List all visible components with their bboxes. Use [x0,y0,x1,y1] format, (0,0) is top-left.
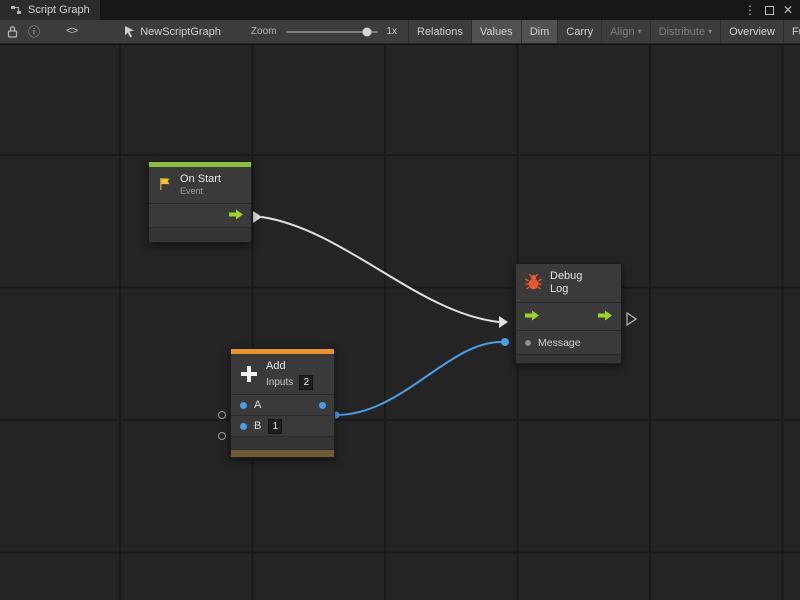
node-add[interactable]: Add Inputs 2 A B 1 [230,348,335,458]
chevron-down-icon: ▾ [638,27,642,36]
close-icon[interactable]: ✕ [783,3,793,17]
message-label: Message [538,337,581,349]
carry-button[interactable]: Carry [557,20,601,43]
value-wire-end-dot [501,338,509,346]
external-port-circle-b[interactable] [218,432,226,440]
wire-end-arrow [499,316,508,328]
control-wire[interactable] [262,217,499,322]
window-controls: ⋮ ✕ [744,0,800,20]
on-start-header: On Start Event [149,167,251,203]
add-header: Add Inputs 2 [231,354,334,394]
input-b-value-field[interactable]: 1 [268,419,282,434]
node-bottom-strip [231,449,334,457]
node-subtitle: Event [180,186,221,197]
input-a-port[interactable] [240,402,247,409]
node-on-start[interactable]: On Start Event [148,161,252,243]
relations-button[interactable]: Relations [408,20,471,43]
debug-log-header: Debug Log [516,264,621,302]
inputs-label: Inputs [266,377,293,388]
node-category: Debug [550,270,582,283]
chevron-down-icon: ▾ [708,27,712,36]
window-menu-icon[interactable]: ⋮ [744,3,756,17]
on-start-output-row [149,203,251,227]
zoom-value: 1x [386,26,397,37]
node-title: Add [266,360,313,373]
inputs-count-field[interactable]: 2 [299,375,313,390]
debug-log-flow-row [516,302,621,330]
code-view-icon[interactable]: <> [66,26,77,38]
node-footer [516,354,621,363]
edit-cursor-icon [123,25,135,38]
align-button: Align▾ [601,20,649,43]
flag-icon [157,176,173,195]
overview-button[interactable]: Overview [720,20,783,43]
flow-output-port[interactable] [597,309,613,324]
message-input-row: Message [516,330,621,354]
input-a-row: A [231,394,334,415]
script-graph-icon [10,4,22,16]
node-title: On Start [180,173,221,186]
lock-icon[interactable] [7,25,18,38]
values-button[interactable]: Values [471,20,521,43]
input-a-label: A [254,399,261,411]
node-footer [231,436,334,449]
wire-start-arrow [253,211,262,223]
fullscreen-button[interactable]: Full S [783,20,800,43]
node-footer [149,227,251,242]
flow-input-port[interactable] [524,309,540,324]
script-graph-window: Script Graph ⋮ ✕ ⓘ <> NewScriptGraph Zoo… [0,0,800,600]
external-port-circle-a[interactable] [218,411,226,419]
bug-icon [524,273,543,294]
info-icon[interactable]: ⓘ [28,23,40,40]
graph-name[interactable]: NewScriptGraph [140,26,221,38]
sum-output-port[interactable] [319,402,326,409]
zoom-slider-thumb[interactable] [363,27,372,36]
node-title: Log [550,283,582,296]
zoom-label: Zoom [251,26,277,37]
zoom-slider[interactable] [286,31,378,33]
title-bar: Script Graph ⋮ ✕ [0,0,800,20]
wires-layer [0,45,800,600]
node-debug-log[interactable]: Debug Log Message [515,263,622,364]
output-port-triangle[interactable] [627,313,636,325]
toolbar-buttons: Relations Values Dim Carry Align▾ Distri… [408,20,800,43]
input-b-row: B 1 [231,415,334,436]
value-wire[interactable] [336,342,501,415]
flow-output-port[interactable] [228,208,244,223]
dim-button[interactable]: Dim [521,20,558,43]
graph-canvas[interactable]: On Start Event [0,45,800,600]
plus-icon [239,364,259,387]
maximize-icon[interactable] [765,6,774,15]
graph-toolbar: ⓘ <> NewScriptGraph Zoom 1x Relations Va… [0,20,800,44]
tab-script-graph[interactable]: Script Graph [0,0,100,20]
tab-title: Script Graph [28,4,90,16]
input-b-port[interactable] [240,423,247,430]
distribute-button: Distribute▾ [650,20,720,43]
message-port[interactable] [525,340,531,346]
input-b-label: B [254,420,261,432]
